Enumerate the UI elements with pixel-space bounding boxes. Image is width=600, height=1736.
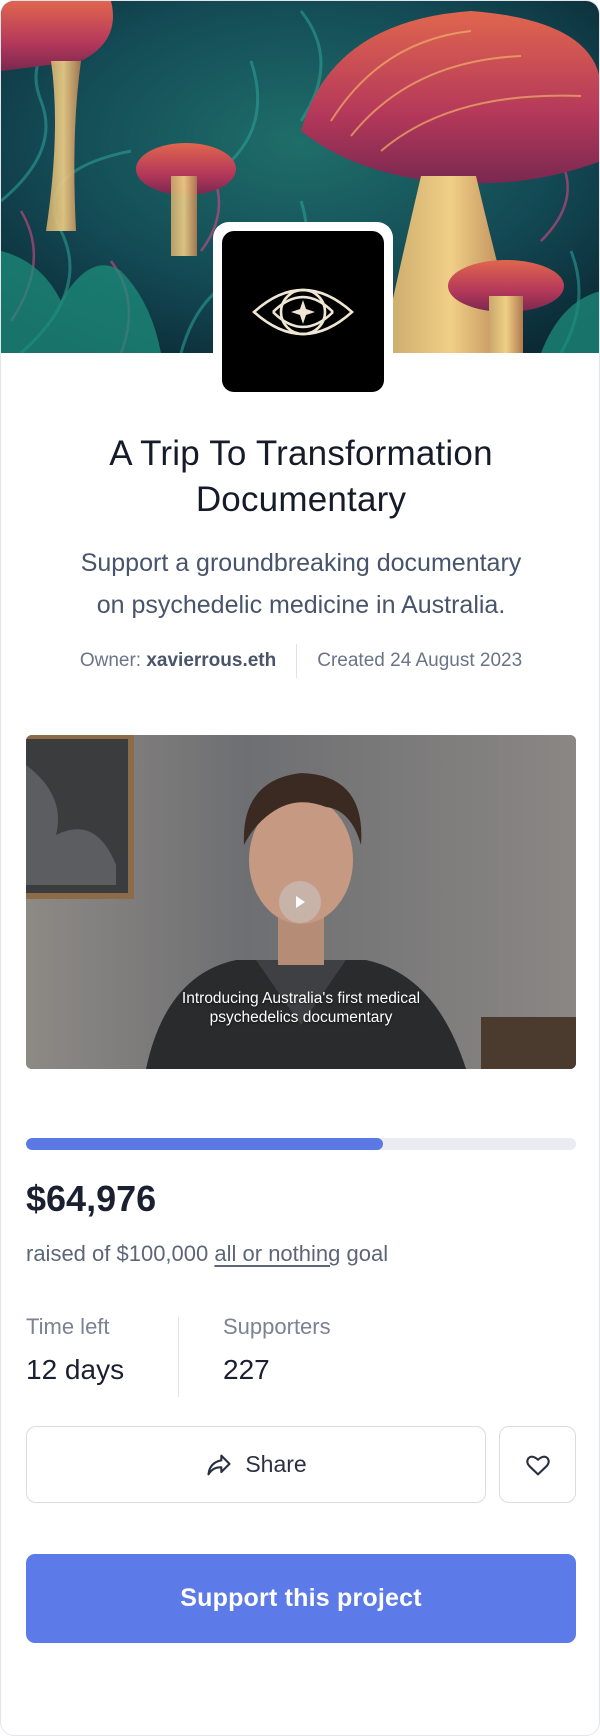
eye-icon xyxy=(252,288,354,335)
owner-label: Owner: xyxy=(79,650,142,671)
supporters-stat: Supporters 227 xyxy=(223,1314,331,1386)
supporters-label: Supporters xyxy=(223,1314,331,1339)
owner-name[interactable]: xavierrous.eth xyxy=(146,650,276,671)
all-or-nothing-link[interactable]: all or nothing xyxy=(214,1241,340,1266)
video-caption: Introducing Australia's first medical ps… xyxy=(126,989,476,1027)
support-project-button[interactable]: Support this project xyxy=(26,1554,576,1643)
project-title-line2: Documentary xyxy=(195,480,407,519)
share-icon xyxy=(207,1454,231,1475)
project-meta: Owner: xavierrous.eth Created 24 August … xyxy=(1,643,599,679)
project-logo xyxy=(222,231,384,392)
funding-progress-bar xyxy=(26,1138,576,1150)
funding-goal: raised of $100,000 all or nothing goal xyxy=(26,1241,388,1267)
favorite-button[interactable] xyxy=(499,1426,576,1503)
project-title: A Trip To Transformation Documentary xyxy=(41,431,561,523)
video-caption-line2: psychedelics documentary xyxy=(209,1009,393,1026)
funding-progress-fill xyxy=(26,1138,384,1150)
time-left-value: 12 days xyxy=(26,1354,125,1385)
share-button[interactable]: Share xyxy=(26,1426,486,1503)
project-subtitle-line2: on psychedelic medicine in Australia. xyxy=(96,591,506,619)
amount-raised: $64,976 xyxy=(26,1178,157,1219)
project-stats: Time left 12 days Supporters 227 xyxy=(26,1314,576,1397)
heart-icon xyxy=(525,1455,550,1475)
project-subtitle: Support a groundbreaking documentary on … xyxy=(23,542,579,626)
stats-divider xyxy=(178,1317,179,1397)
time-left-stat: Time left 12 days xyxy=(26,1314,124,1386)
share-label: Share xyxy=(245,1451,307,1477)
created-date: Created 24 August 2023 xyxy=(317,650,523,671)
project-card: A Trip To Transformation Documentary Sup… xyxy=(0,0,600,1736)
owner-info: Owner: xavierrous.eth xyxy=(80,650,296,672)
goal-prefix: raised of $100,000 xyxy=(26,1241,209,1266)
project-title-line1: A Trip To Transformation xyxy=(109,434,493,473)
time-left-label: Time left xyxy=(26,1314,110,1339)
goal-suffix: goal xyxy=(346,1241,389,1266)
play-button[interactable] xyxy=(279,881,321,923)
video-player[interactable]: Introducing Australia's first medical ps… xyxy=(26,735,576,1069)
video-caption-line1: Introducing Australia's first medical xyxy=(181,990,421,1007)
supporters-value: 227 xyxy=(223,1354,270,1385)
project-logo-frame xyxy=(213,222,393,395)
play-icon xyxy=(296,896,305,908)
project-subtitle-line1: Support a groundbreaking documentary xyxy=(80,549,522,577)
